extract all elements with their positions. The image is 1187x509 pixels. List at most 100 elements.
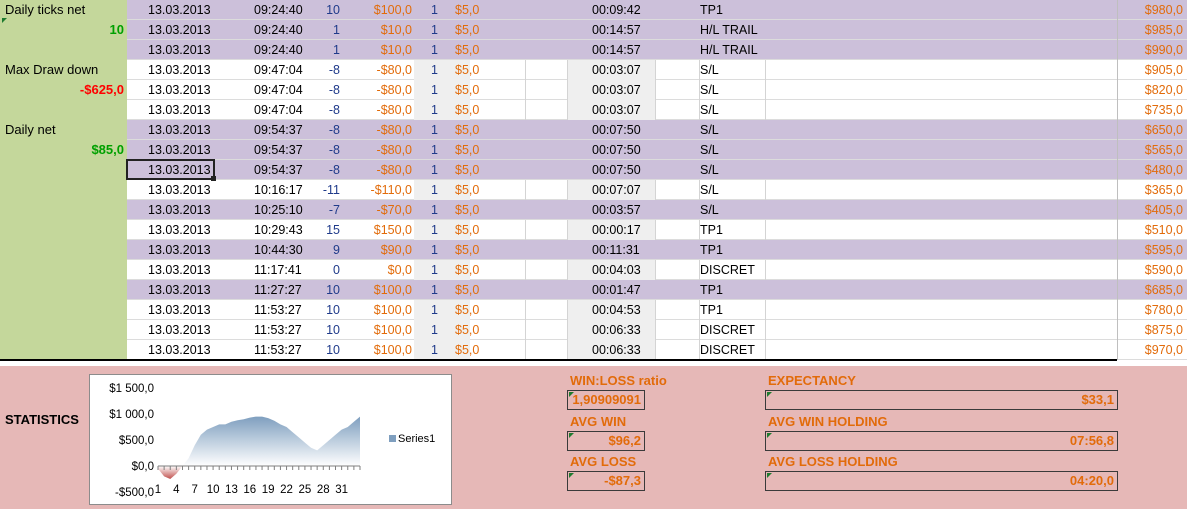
cell-result[interactable]: S/L [700,80,719,100]
cell-balance[interactable]: $480,0 [1127,160,1183,180]
cell-duration[interactable]: 00:11:31 [592,240,640,260]
daily-ticks-value[interactable]: 10 [110,22,124,37]
cell-balance[interactable]: $735,0 [1127,100,1183,120]
cell-fee[interactable]: $5,0 [455,200,479,220]
cell-amount[interactable]: -$80,0 [347,100,412,120]
cell-balance[interactable]: $780,0 [1127,300,1183,320]
cell-time[interactable]: 10:29:43 [254,220,303,240]
cell-time[interactable]: 09:54:37 [254,160,303,180]
daily-net-value[interactable]: $85,0 [91,142,124,157]
cell-time[interactable]: 09:54:37 [254,120,303,140]
cell-date[interactable]: 13.03.2013 [148,340,211,360]
cell-balance[interactable]: $820,0 [1127,80,1183,100]
cell-qty[interactable]: 1 [424,200,438,220]
cell-fee[interactable]: $5,0 [455,80,479,100]
cell-result[interactable]: S/L [700,140,719,160]
cell-result[interactable]: DISCRET [700,320,755,340]
cell-result[interactable]: S/L [700,100,719,120]
cell-qty[interactable]: 1 [424,0,438,20]
cell-ticks[interactable]: -8 [300,160,340,180]
cell-time[interactable]: 11:17:41 [254,260,302,280]
cell-time[interactable]: 09:24:40 [254,0,303,20]
cell-ticks[interactable]: 0 [300,260,340,280]
cell-date[interactable]: 13.03.2013 [148,40,211,60]
cell-amount[interactable]: -$80,0 [347,60,412,80]
cell-duration[interactable]: 00:07:07 [592,180,641,200]
cell-ticks[interactable]: 15 [300,220,340,240]
cell-date[interactable]: 13.03.2013 [148,20,211,40]
cell-fee[interactable]: $5,0 [455,100,479,120]
cell-fee[interactable]: $5,0 [455,220,479,240]
cell-result[interactable]: H/L TRAIL [700,20,758,40]
cell-balance[interactable]: $650,0 [1127,120,1183,140]
cell-time[interactable]: 09:47:04 [254,60,303,80]
cell-fee[interactable]: $5,0 [455,260,479,280]
cell-fee[interactable]: $5,0 [455,340,479,360]
cell-balance[interactable]: $590,0 [1127,260,1183,280]
cell-time[interactable]: 11:27:27 [254,280,302,300]
cell-date[interactable]: 13.03.2013 [148,140,211,160]
cell-amount[interactable]: -$80,0 [347,120,412,140]
cell-time[interactable]: 09:47:04 [254,80,303,100]
cell-ticks[interactable]: 10 [300,280,340,300]
cell-qty[interactable]: 1 [424,160,438,180]
cell-amount[interactable]: $10,0 [347,40,412,60]
cell-qty[interactable]: 1 [424,260,438,280]
cell-qty[interactable]: 1 [424,140,438,160]
cell-result[interactable]: TP1 [700,220,723,240]
cell-date[interactable]: 13.03.2013 [148,100,211,120]
cell-time[interactable]: 11:53:27 [254,340,302,360]
cell-result[interactable]: TP1 [700,280,723,300]
win-loss-value-cell[interactable]: 1,90909091 [567,390,645,410]
cell-result[interactable]: S/L [700,200,719,220]
cell-balance[interactable]: $510,0 [1127,220,1183,240]
expectancy-value-cell[interactable]: $33,1 [765,390,1118,410]
cell-result[interactable]: DISCRET [700,340,755,360]
cell-balance[interactable]: $565,0 [1127,140,1183,160]
cell-qty[interactable]: 1 [424,220,438,240]
cell-ticks[interactable]: -8 [300,80,340,100]
cell-balance[interactable]: $875,0 [1127,320,1183,340]
equity-chart[interactable]: $1 500,0 $1 000,0 $500,0 $0,0 -$500,0 1 4 7 10 13… [89,374,452,505]
cell-time[interactable]: 09:24:40 [254,20,303,40]
cell-result[interactable]: TP1 [700,240,723,260]
max-drawdown-value[interactable]: -$625,0 [80,82,124,97]
cell-qty[interactable]: 1 [424,240,438,260]
cell-fee[interactable]: $5,0 [455,60,479,80]
cell-date[interactable]: 13.03.2013 [148,320,211,340]
cell-date[interactable]: 13.03.2013 [148,200,211,220]
cell-ticks[interactable]: 1 [300,20,340,40]
cell-ticks[interactable]: -8 [300,100,340,120]
cell-date[interactable]: 13.03.2013 [148,220,211,240]
cell-balance[interactable]: $990,0 [1127,40,1183,60]
cell-fee[interactable]: $5,0 [455,160,479,180]
cell-amount[interactable]: $150,0 [347,220,412,240]
cell-duration[interactable]: 00:03:07 [592,100,641,120]
cell-date[interactable]: 13.03.2013 [148,0,211,20]
cell-duration[interactable]: 00:04:03 [592,260,641,280]
cell-qty[interactable]: 1 [424,280,438,300]
cell-result[interactable]: TP1 [700,300,723,320]
cell-qty[interactable]: 1 [424,60,438,80]
cell-time[interactable]: 10:16:17 [254,180,303,200]
cell-ticks[interactable]: -7 [300,200,340,220]
cell-amount[interactable]: $100,0 [347,300,412,320]
cell-result[interactable]: H/L TRAIL [700,40,758,60]
cell-fee[interactable]: $5,0 [455,120,479,140]
cell-amount[interactable]: $90,0 [347,240,412,260]
cell-balance[interactable]: $365,0 [1127,180,1183,200]
cell-duration[interactable]: 00:03:07 [592,60,641,80]
cell-result[interactable]: TP1 [700,0,723,20]
cell-balance[interactable]: $595,0 [1127,240,1183,260]
cell-ticks[interactable]: 10 [300,0,340,20]
cell-duration[interactable]: 00:04:53 [592,300,641,320]
cell-duration[interactable]: 00:06:33 [592,320,641,340]
cell-amount[interactable]: $10,0 [347,20,412,40]
cell-date[interactable]: 13.03.2013 [148,80,211,100]
cell-result[interactable]: S/L [700,60,719,80]
cell-qty[interactable]: 1 [424,20,438,40]
cell-amount[interactable]: -$80,0 [347,80,412,100]
cell-balance[interactable]: $985,0 [1127,20,1183,40]
cell-qty[interactable]: 1 [424,100,438,120]
cell-qty[interactable]: 1 [424,180,438,200]
